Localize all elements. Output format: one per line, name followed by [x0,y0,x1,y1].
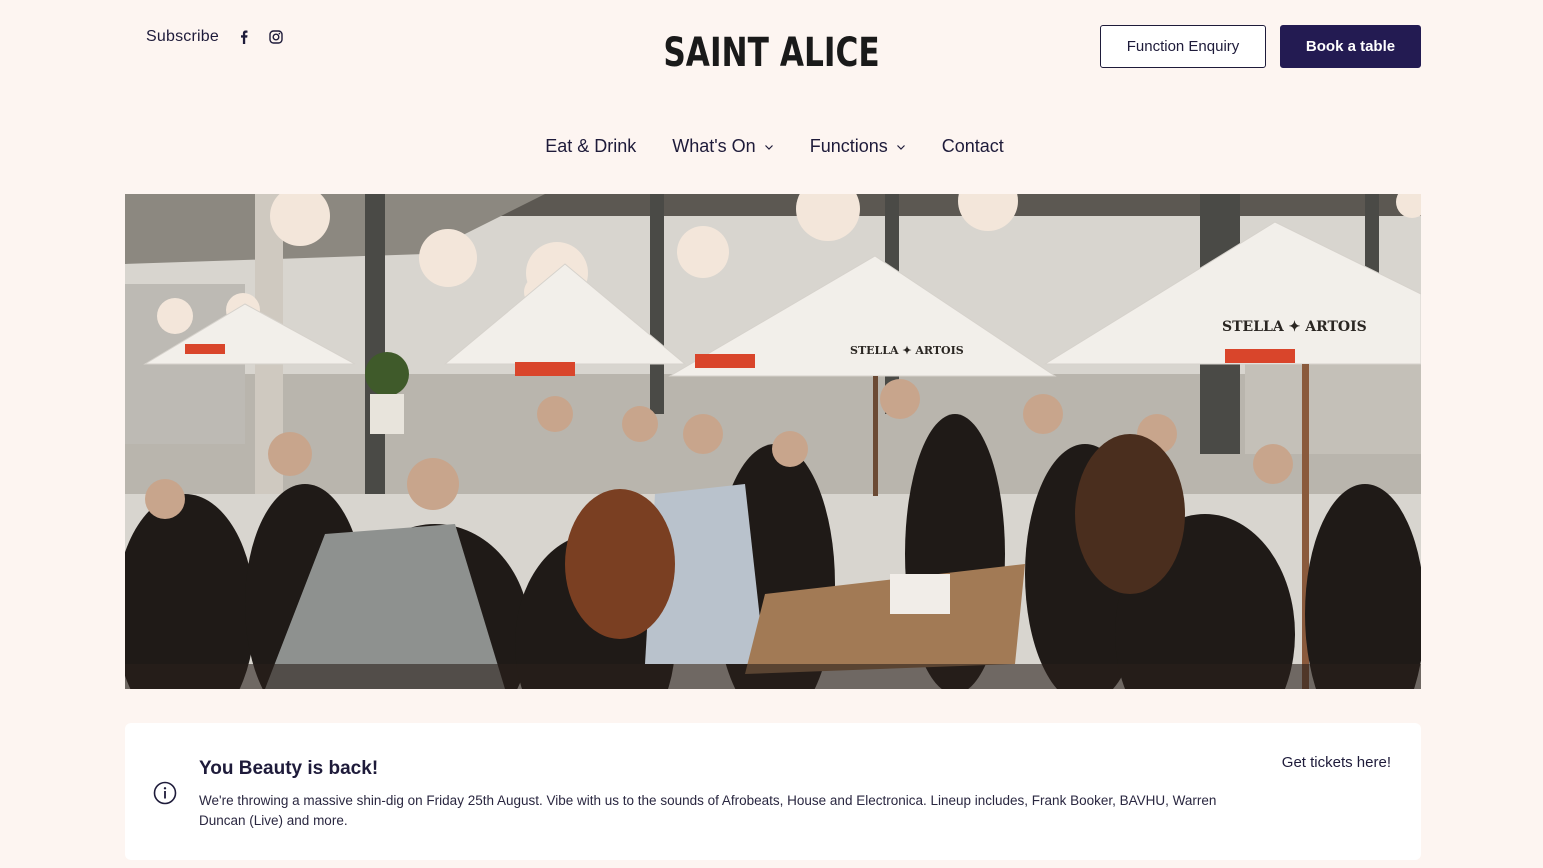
function-enquiry-button[interactable]: Function Enquiry [1100,25,1266,68]
get-tickets-link[interactable]: Get tickets here! [1282,754,1391,771]
nav-item-label: Functions [809,136,888,156]
chevron-down-icon [896,142,906,152]
book-table-button[interactable]: Book a table [1280,25,1421,68]
nav-item-label: Contact [941,136,1004,156]
info-icon [153,781,177,805]
page: Subscribe SAINT ALICE Function Enquiry B… [0,0,1543,868]
nav-item-whats-on[interactable]: What's On [672,136,773,157]
svg-text:STELLA ✦ ARTOIS: STELLA ✦ ARTOIS [850,344,964,357]
event-notice: You Beauty is back! We're throwing a mas… [125,723,1421,860]
main-nav: Eat & Drink What's On Functions Contact [0,136,1543,157]
hero-image: STELLA ✦ ARTOIS STELLA ✦ ARTOIS [125,194,1421,689]
nav-item-eat-drink[interactable]: Eat & Drink [545,136,636,157]
nav-item-functions[interactable]: Functions [810,136,906,157]
header-actions: Function Enquiry Book a table [1100,25,1421,68]
chevron-down-icon [764,142,774,152]
nav-item-contact[interactable]: Contact [942,136,1004,157]
svg-text:STELLA ✦ ARTOIS: STELLA ✦ ARTOIS [1222,319,1367,335]
nav-item-label: What's On [672,136,756,156]
notice-title: You Beauty is back! [199,758,379,779]
notice-body: We're throwing a massive shin-dig on Fri… [199,793,1217,828]
nav-item-label: Eat & Drink [545,136,637,156]
